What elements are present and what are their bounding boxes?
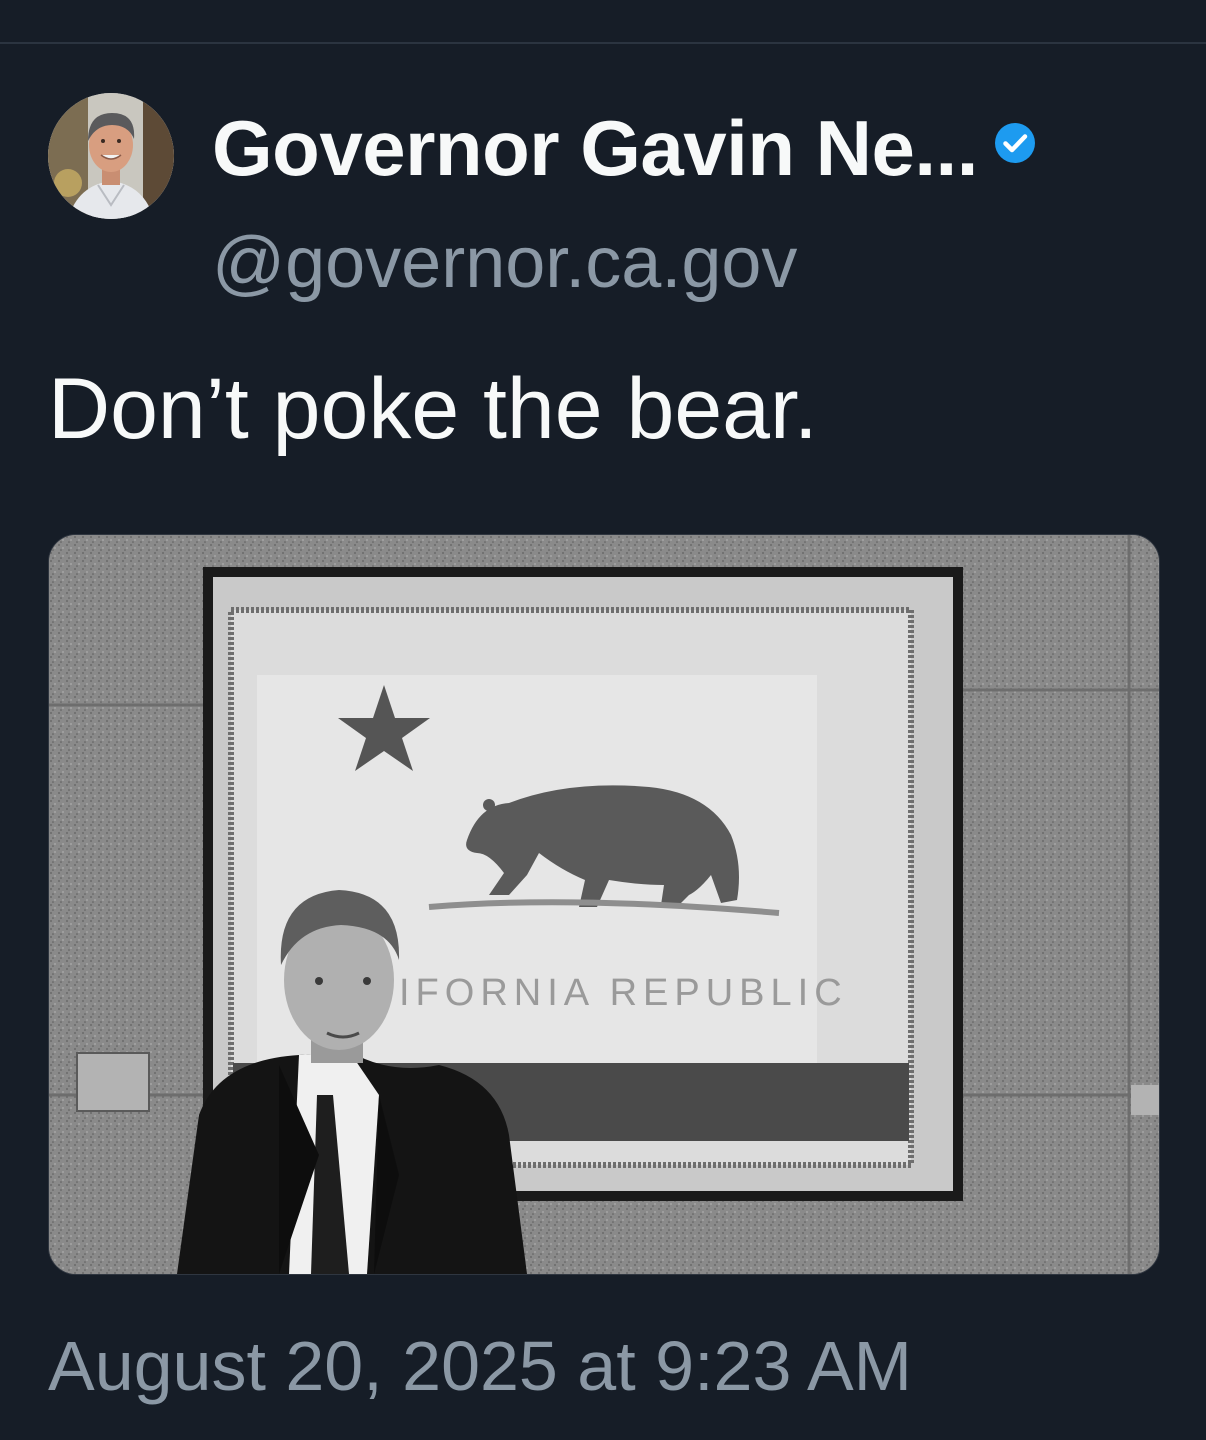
flag-text: IFORNIA REPUBLIC xyxy=(399,972,848,1014)
author-avatar[interactable] xyxy=(48,93,174,219)
top-divider xyxy=(0,42,1206,44)
post-text: Don’t poke the bear. xyxy=(48,361,818,457)
avatar-photo xyxy=(48,93,174,219)
author-handle[interactable]: @governor.ca.gov xyxy=(212,222,797,304)
author-display-name[interactable]: Governor Gavin Ne... xyxy=(212,103,978,194)
post-media-image[interactable]: IFORNIA REPUBLIC xyxy=(48,534,1160,1275)
verified-badge-icon xyxy=(994,123,1035,163)
post-detail-view: Governor Gavin Ne... @governor.ca.gov Do… xyxy=(0,0,1206,1440)
post-timestamp[interactable]: August 20, 2025 at 9:23 AM xyxy=(48,1326,912,1406)
media-photo: IFORNIA REPUBLIC xyxy=(49,535,1159,1274)
display-name-row[interactable]: Governor Gavin Ne... xyxy=(212,100,1038,196)
